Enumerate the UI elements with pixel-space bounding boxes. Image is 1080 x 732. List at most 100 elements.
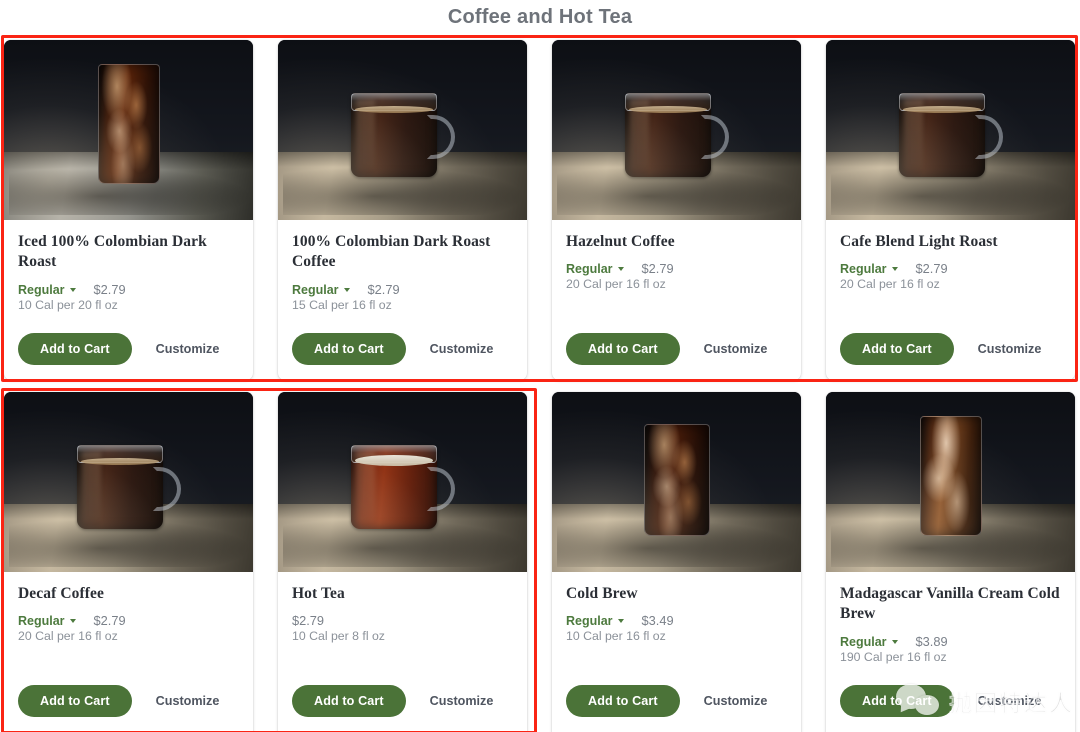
page-title: Coffee and Hot Tea	[447, 6, 633, 28]
product-info: Iced 100% Colombian Dark Roast Regular $2.…	[4, 220, 253, 380]
card-actions: Add to Cart Customize	[18, 333, 239, 365]
calorie-info: 20 Cal per 16 fl oz	[840, 277, 940, 292]
product-photo[interactable]	[4, 392, 253, 572]
customize-button[interactable]: Customize	[150, 693, 226, 709]
product-info: Decaf Coffee Regular $2.79 20 Cal per 16 fl…	[4, 572, 253, 732]
card-actions: Add to Cart Customize	[840, 685, 1061, 717]
chevron-down-icon	[69, 619, 76, 624]
calorie-info: 10 Cal per 8 fl oz	[292, 629, 385, 644]
product-meta: Regular $2.79	[18, 282, 239, 297]
product-card[interactable]: 100% Colombian Dark Roast Coffee Regular $…	[278, 40, 527, 380]
product-name: Cold Brew	[566, 585, 638, 602]
customize-button[interactable]: Customize	[972, 693, 1048, 709]
price: $2.79	[93, 613, 126, 629]
product-info: Cafe Blend Light Roast Regular $2.79 20 Cal…	[826, 220, 1075, 380]
product-grid: Iced 100% Colombian Dark Roast Regular $2.…	[4, 40, 1076, 732]
product-name: Madagascar Vanilla Cream Cold Brew	[840, 585, 1060, 623]
product-photo[interactable]	[826, 392, 1075, 572]
add-to-cart-button[interactable]: Add to Cart	[566, 333, 680, 365]
product-card[interactable]: Cold Brew Regular $3.49 10 Cal per 16 fl oz…	[552, 392, 801, 732]
product-name: Cafe Blend Light Roast	[840, 233, 998, 250]
product-meta: $2.79	[292, 613, 513, 628]
chevron-down-icon	[891, 639, 898, 644]
add-to-cart-button[interactable]: Add to Cart	[292, 333, 406, 365]
size-label: Regular	[566, 262, 613, 277]
product-card[interactable]: Cafe Blend Light Roast Regular $2.79 20 Cal…	[826, 40, 1075, 380]
customize-button[interactable]: Customize	[150, 341, 226, 357]
card-actions: Add to Cart Customize	[566, 333, 787, 365]
product-meta: Regular $2.79	[566, 261, 787, 276]
product-card[interactable]: Madagascar Vanilla Cream Cold Brew Regula…	[826, 392, 1075, 732]
size-selector[interactable]: Regular	[566, 262, 624, 276]
calorie-info: 10 Cal per 16 fl oz	[566, 629, 666, 644]
chevron-down-icon	[69, 287, 76, 292]
product-info: Hazelnut Coffee Regular $2.79 20 Cal per 16…	[552, 220, 801, 380]
product-info: Hot Tea $2.79 10 Cal per 8 fl oz Add to Car…	[278, 572, 527, 732]
add-to-cart-button[interactable]: Add to Cart	[840, 685, 954, 717]
size-label: Regular	[18, 614, 65, 629]
size-selector[interactable]: Regular	[18, 283, 76, 297]
add-to-cart-button[interactable]: Add to Cart	[840, 333, 954, 365]
product-info: 100% Colombian Dark Roast Coffee Regular $…	[278, 220, 527, 380]
add-to-cart-button[interactable]: Add to Cart	[18, 333, 132, 365]
calorie-info: 20 Cal per 16 fl oz	[18, 629, 118, 644]
size-label: Regular	[18, 282, 65, 297]
customize-button[interactable]: Customize	[972, 341, 1048, 357]
price: $2.79	[367, 281, 400, 297]
size-selector[interactable]: Regular	[840, 635, 898, 649]
add-to-cart-button[interactable]: Add to Cart	[292, 685, 406, 717]
product-photo[interactable]	[4, 40, 253, 220]
product-name: Iced 100% Colombian Dark Roast	[18, 233, 207, 271]
chevron-down-icon	[891, 267, 898, 272]
size-selector[interactable]: Regular	[18, 614, 76, 628]
product-photo[interactable]	[826, 40, 1075, 220]
chevron-down-icon	[617, 619, 624, 624]
size-label: Regular	[840, 262, 887, 277]
product-meta: Regular $2.79	[18, 613, 239, 628]
product-name: Decaf Coffee	[18, 585, 104, 602]
add-to-cart-button[interactable]: Add to Cart	[566, 685, 680, 717]
price: $3.89	[915, 633, 948, 649]
product-photo[interactable]	[552, 392, 801, 572]
menu-page: Coffee and Hot Tea Iced 100% Colombian D…	[0, 0, 1080, 732]
price: $3.49	[641, 613, 674, 629]
price: $2.79	[93, 281, 126, 297]
card-actions: Add to Cart Customize	[840, 333, 1061, 365]
size-label: Regular	[840, 634, 887, 649]
size-selector[interactable]: Regular	[566, 614, 624, 628]
price: $2.79	[641, 261, 674, 277]
product-card[interactable]: Hazelnut Coffee Regular $2.79 20 Cal per 16…	[552, 40, 801, 380]
customize-button[interactable]: Customize	[698, 693, 774, 709]
calorie-info: 20 Cal per 16 fl oz	[566, 277, 666, 292]
calorie-info: 190 Cal per 16 fl oz	[840, 649, 947, 664]
customize-button[interactable]: Customize	[424, 341, 500, 357]
price: $2.79	[915, 261, 948, 277]
product-card[interactable]: Iced 100% Colombian Dark Roast Regular $2.…	[4, 40, 253, 380]
size-selector[interactable]: Regular	[292, 283, 350, 297]
customize-button[interactable]: Customize	[424, 693, 500, 709]
card-actions: Add to Cart Customize	[18, 685, 239, 717]
product-card[interactable]: Decaf Coffee Regular $2.79 20 Cal per 16 fl…	[4, 392, 253, 732]
product-photo[interactable]	[278, 40, 527, 220]
add-to-cart-button[interactable]: Add to Cart	[18, 685, 132, 717]
product-meta: Regular $3.49	[566, 613, 787, 628]
calorie-info: 15 Cal per 16 fl oz	[292, 297, 392, 312]
product-name: Hazelnut Coffee	[566, 233, 675, 250]
product-name: Hot Tea	[292, 585, 345, 602]
chevron-down-icon	[343, 287, 350, 292]
product-info: Madagascar Vanilla Cream Cold Brew Regula…	[826, 572, 1075, 732]
size-label: Regular	[292, 282, 339, 297]
product-card[interactable]: Hot Tea $2.79 10 Cal per 8 fl oz Add to Car…	[278, 392, 527, 732]
calorie-info: 10 Cal per 20 fl oz	[18, 297, 118, 312]
card-actions: Add to Cart Customize	[292, 685, 513, 717]
customize-button[interactable]: Customize	[698, 341, 774, 357]
product-meta: Regular $2.79	[292, 282, 513, 297]
product-photo[interactable]	[552, 40, 801, 220]
card-actions: Add to Cart Customize	[566, 685, 787, 717]
size-label: Regular	[566, 614, 613, 629]
card-actions: Add to Cart Customize	[292, 333, 513, 365]
size-selector[interactable]: Regular	[840, 262, 898, 276]
product-info: Cold Brew Regular $3.49 10 Cal per 16 fl oz…	[552, 572, 801, 732]
price: $2.79	[292, 613, 325, 629]
product-photo[interactable]	[278, 392, 527, 572]
